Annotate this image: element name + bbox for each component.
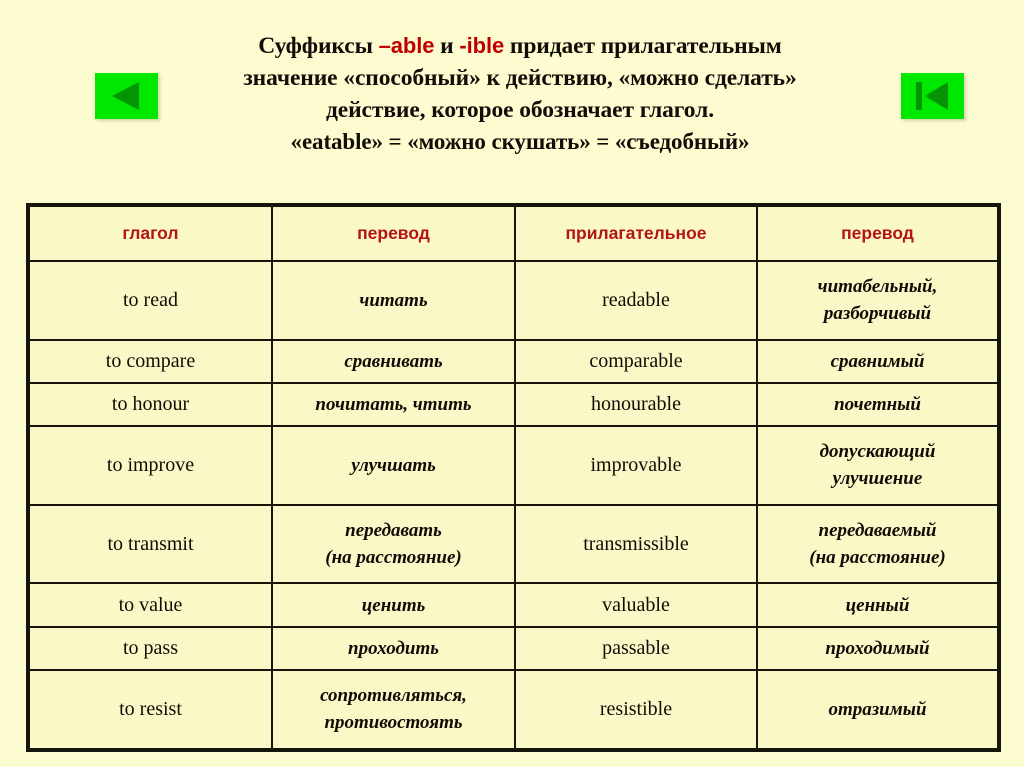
cell-verb-translation: проходить (271, 625, 516, 671)
cell-line-1: сопротивляться, (320, 685, 467, 707)
cell-line-2: (на расстояние) (809, 547, 946, 569)
suffix-able-token: –able (378, 33, 435, 58)
title-line-1: Суффиксы –able и -ible придает прилагате… (150, 30, 890, 62)
cell-line-1: читабельный, (817, 276, 938, 298)
cell-verb-translation: почитать, чтить (271, 381, 516, 428)
column-header-adjective: прилагательное (514, 204, 758, 262)
cell-adjective-translation: читабельный, разборчивый (756, 260, 1000, 341)
cell-verb: to pass (27, 625, 273, 671)
cell-verb: to honour (27, 381, 273, 428)
vocabulary-table-container: глагол перевод прилагательное перевод to… (26, 203, 1001, 752)
cell-adjective: valuable (514, 582, 758, 628)
title-line-1-mid: и (434, 33, 460, 59)
previous-slide-button[interactable] (95, 73, 158, 119)
cell-verb: to resist (27, 668, 273, 752)
table-header: глагол перевод прилагательное перевод (27, 204, 1000, 262)
cell-adjective: transmissible (514, 503, 758, 585)
cell-line-2: разборчивый (823, 303, 932, 325)
cell-verb-translation: читать (271, 260, 516, 341)
suffix-ible-token: -ible (459, 33, 505, 58)
cell-adjective-translation: проходимый (756, 625, 1000, 671)
title-line-1-post: придает прилагательным (504, 33, 782, 59)
column-header-adjective-translation: перевод (756, 204, 1000, 262)
cell-line-1: допускающий (819, 441, 936, 463)
cell-adjective-translation: допускающий улучшение (756, 425, 1000, 506)
cell-adjective: comparable (514, 338, 758, 384)
cell-adjective: passable (514, 625, 758, 671)
cell-verb-translation: ценить (271, 582, 516, 628)
cell-adjective: resistible (514, 668, 758, 752)
table-body: to read читать readable читабельный, раз… (27, 260, 1000, 752)
table-row: to resist сопротивляться, противостоять … (27, 668, 1000, 752)
cell-line-1: передавать (345, 520, 442, 542)
cell-verb: to improve (27, 425, 273, 506)
table-row: to pass проходить passable проходимый (27, 625, 1000, 671)
column-header-verb: глагол (27, 204, 273, 262)
cell-verb-translation: улучшать (271, 425, 516, 506)
title-line-1-pre: Суффиксы (258, 33, 379, 59)
slide-title: Суффиксы –able и -ible придает прилагате… (150, 30, 890, 158)
first-slide-button[interactable] (901, 73, 964, 119)
cell-adjective-translation: ценный (756, 582, 1000, 628)
cell-adjective-translation: отразимый (756, 668, 1000, 752)
title-line-2: значение «способный» к действию, «можно … (243, 65, 797, 91)
cell-verb: to read (27, 260, 273, 341)
cell-line-2: (на расстояние) (325, 547, 462, 569)
table-header-row: глагол перевод прилагательное перевод (27, 204, 1000, 262)
table-row: to read читать readable читабельный, раз… (27, 260, 1000, 341)
cell-adjective-translation: сравнимый (756, 338, 1000, 384)
cell-line-1: передаваемый (818, 520, 937, 542)
cell-line-2: улучшение (832, 468, 923, 490)
slide-canvas: Суффиксы –able и -ible придает прилагате… (0, 0, 1024, 767)
table-row: to honour почитать, чтить honourable поч… (27, 381, 1000, 428)
table-row: to compare сравнивать comparable сравним… (27, 338, 1000, 384)
cell-line-2: противостоять (324, 712, 463, 734)
table-row: to value ценить valuable ценный (27, 582, 1000, 628)
vocabulary-table: глагол перевод прилагательное перевод to… (26, 203, 1001, 752)
column-header-verb-translation: перевод (271, 204, 516, 262)
cell-verb-translation: сопротивляться, противостоять (271, 668, 516, 752)
cell-verb: to value (27, 582, 273, 628)
title-line-4: «eatable» = «можно скушать» = «съедобный… (290, 129, 750, 154)
cell-adjective-translation: почетный (756, 381, 1000, 428)
cell-verb: to transmit (27, 503, 273, 585)
table-row: to improve улучшать improvable допускающ… (27, 425, 1000, 506)
header-area: Суффиксы –able и -ible придает прилагате… (0, 0, 1024, 186)
table-row: to transmit передавать (на расстояние) t… (27, 503, 1000, 585)
title-line-3: действие, которое обозначает глагол. (325, 97, 714, 123)
cell-adjective-translation: передаваемый (на расстояние) (756, 503, 1000, 585)
cell-adjective: honourable (514, 381, 758, 428)
cell-verb-translation: сравнивать (271, 338, 516, 384)
cell-adjective: improvable (514, 425, 758, 506)
cell-verb-translation: передавать (на расстояние) (271, 503, 516, 585)
cell-adjective: readable (514, 260, 758, 341)
cell-verb: to compare (27, 338, 273, 384)
